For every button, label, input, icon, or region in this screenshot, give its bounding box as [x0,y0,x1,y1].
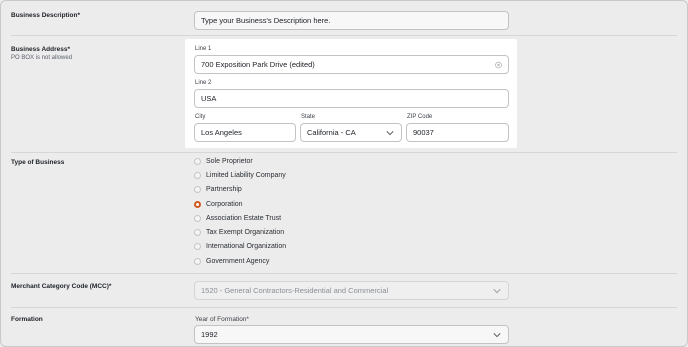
zip-value: 90037 [413,128,434,137]
state-select[interactable]: California - CA [300,123,402,142]
radio-label: Limited Liability Company [206,171,286,179]
radio-button-selected[interactable] [194,200,201,208]
radio-label: Sole Proprietor [206,157,253,165]
divider [11,35,677,36]
business-description-label: Business Description* [11,12,80,19]
type-of-business-label: Type of Business [11,159,65,166]
mcc-label: Merchant Category Code (MCC)* [11,283,112,290]
line2-input[interactable]: USA [194,89,509,108]
divider [11,273,677,274]
radio-label: Corporation [206,200,243,208]
business-address-label: Business Address* [11,46,71,53]
year-of-formation-label: Year of Formation* [195,316,249,323]
divider [11,307,677,308]
business-description-input[interactable]: Type your Business's Description here. [194,11,509,30]
zip-label: ZIP Code [407,114,433,120]
line2-value: USA [201,94,217,103]
radio-label: Government Agency [206,257,270,265]
state-value: California - CA [307,128,356,137]
radio-button[interactable] [194,185,201,193]
line2-label: Line 2 [195,80,212,86]
radio-option-association-estate-trust[interactable]: Association Estate Trust [194,213,281,223]
formation-label: Formation [11,316,43,323]
radio-label: Association Estate Trust [206,214,282,222]
city-input[interactable]: Los Angeles [194,123,296,142]
business-form: Business Description* Type your Business… [0,0,688,347]
chevron-down-icon [493,332,501,337]
radio-button[interactable] [194,171,201,179]
divider [11,152,677,153]
radio-option-tax-exempt-organization[interactable]: Tax Exempt Organization [194,227,284,237]
year-of-formation-select[interactable]: 1992 [194,325,509,344]
radio-option-sole-proprietor[interactable]: Sole Proprietor [194,156,253,166]
radio-option-partnership[interactable]: Partnership [194,184,242,194]
state-label: State [301,114,316,120]
radio-option-corporation[interactable]: Corporation [194,199,243,209]
radio-label: International Organization [206,242,287,250]
chevron-down-icon [493,288,501,293]
address-card: Line 1 700 Exposition Park Drive (edited… [185,39,517,148]
line1-value: 700 Exposition Park Drive (edited) [201,60,315,69]
mcc-select[interactable]: 1520 - General Contractors-Residential a… [194,281,509,300]
radio-button[interactable] [194,157,201,165]
radio-label: Tax Exempt Organization [206,228,285,236]
chevron-down-icon [386,130,394,135]
radio-button[interactable] [194,214,201,222]
radio-label: Partnership [206,185,242,193]
year-of-formation-value: 1992 [201,330,218,339]
radio-button[interactable] [194,257,201,265]
line1-label: Line 1 [195,46,212,52]
zip-input[interactable]: 90037 [406,123,509,142]
radio-option-international-organization[interactable]: International Organization [194,241,286,251]
radio-option-government-agency[interactable]: Government Agency [194,256,269,266]
radio-option-limited-liability-company[interactable]: Limited Liability Company [194,170,286,180]
city-label: City [195,114,206,120]
mcc-value: 1520 - General Contractors-Residential a… [201,286,389,295]
radio-button[interactable] [194,242,201,250]
radio-button[interactable] [194,228,201,236]
business-description-placeholder: Type your Business's Description here. [201,16,331,25]
clear-icon[interactable] [495,61,502,68]
line1-input[interactable]: 700 Exposition Park Drive (edited) [194,55,509,74]
city-value: Los Angeles [201,128,242,137]
business-address-note: PO BOX is not allowed [11,55,73,61]
